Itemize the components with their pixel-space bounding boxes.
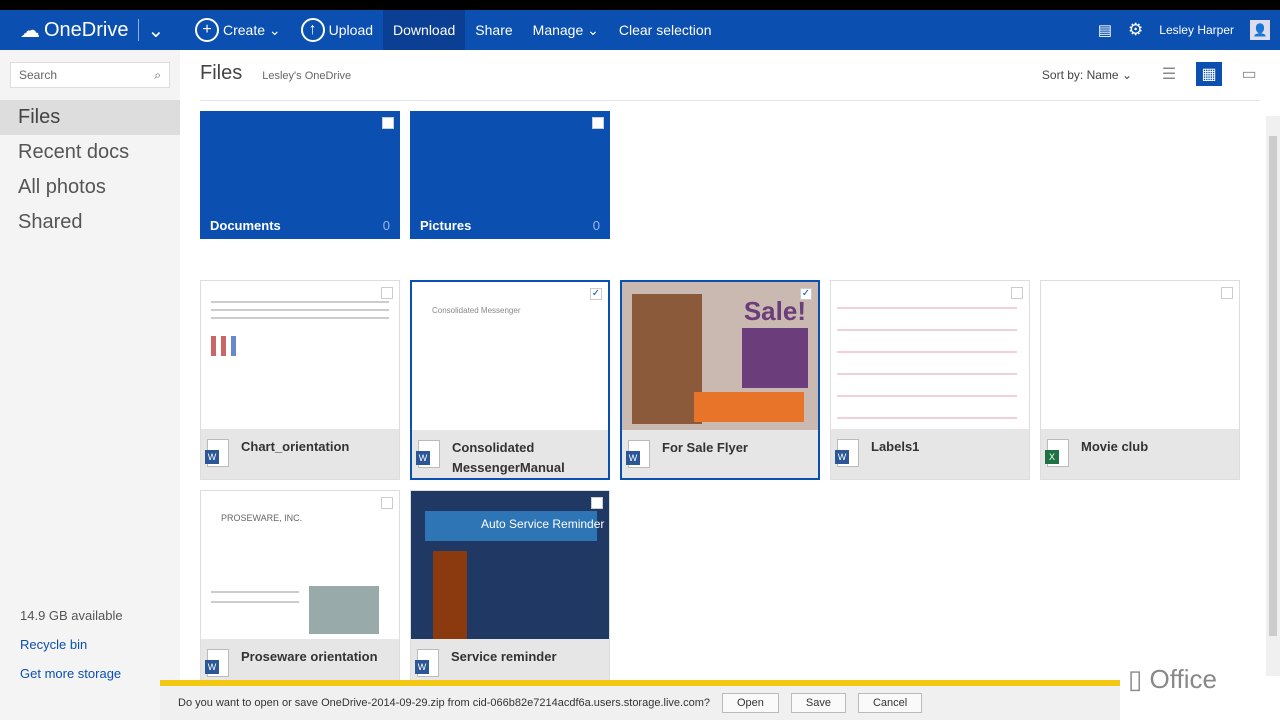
sort-dropdown[interactable]: Sort by: Name ⌄ — [1042, 68, 1132, 82]
cloud-icon: ☁ — [20, 19, 40, 42]
cancel-button[interactable]: Cancel — [857, 693, 923, 713]
save-button[interactable]: Save — [790, 693, 846, 713]
list-view-icon[interactable]: ☰ — [1156, 62, 1182, 86]
get-more-storage-link[interactable]: Get more storage — [20, 666, 123, 681]
avatar[interactable]: 👤 — [1250, 20, 1270, 40]
file-tile[interactable]: Auto Service Reminder W Service reminder — [410, 490, 610, 690]
details-pane-icon[interactable]: ▭ — [1236, 62, 1262, 86]
plus-icon: + — [195, 18, 219, 42]
gear-icon[interactable]: ⚙ — [1128, 20, 1143, 40]
main-content: Files Lesley's OneDrive Sort by: Name ⌄ ☰… — [180, 50, 1280, 720]
sidebar: Search ⌕ Files Recent docs All photos Sha… — [0, 50, 180, 720]
search-icon[interactable]: ⌕ — [154, 68, 161, 83]
file-tile[interactable]: Consolidated Messenger ✓ W Consolidated Me… — [410, 280, 610, 480]
open-button[interactable]: Open — [721, 693, 779, 713]
file-tile[interactable]: PROSEWARE, INC. W Proseware orientation — [200, 490, 400, 690]
download-notification-bar: Do you want to open or save OneDrive-201… — [160, 680, 1120, 720]
chat-icon[interactable]: ▤ — [1098, 21, 1112, 39]
recycle-bin-link[interactable]: Recycle bin — [20, 637, 123, 652]
create-button[interactable]: + Create ⌄ — [185, 10, 291, 50]
folder-tile[interactable]: Documents 0 — [200, 111, 400, 239]
folder-tile[interactable]: Pictures 0 — [410, 111, 610, 239]
page-title: Files — [200, 62, 243, 84]
chevron-down-icon[interactable]: ⌄ — [147, 18, 164, 43]
top-bar: ☁ OneDrive ⌄ + Create ⌄ ↑ Upload Download Sh… — [0, 10, 1280, 50]
sidebar-item-recent[interactable]: Recent docs — [0, 135, 180, 170]
manage-button[interactable]: Manage ⌄ — [523, 10, 609, 50]
file-tile[interactable]: W Chart_orientation — [200, 280, 400, 480]
share-button[interactable]: Share — [465, 10, 522, 50]
breadcrumb[interactable]: Lesley's OneDrive — [262, 70, 351, 82]
file-tile[interactable]: Sale! ✓ W For Sale Flyer — [620, 280, 820, 480]
file-tile[interactable]: X Movie club — [1040, 280, 1240, 480]
scrollbar[interactable] — [1266, 116, 1280, 676]
sidebar-item-photos[interactable]: All photos — [0, 170, 180, 205]
sidebar-item-shared[interactable]: Shared — [0, 205, 180, 240]
download-button[interactable]: Download — [383, 10, 466, 50]
onedrive-logo[interactable]: ☁ OneDrive ⌄ — [0, 18, 185, 43]
search-input[interactable]: Search ⌕ — [10, 62, 170, 88]
sidebar-item-files[interactable]: Files — [0, 100, 180, 135]
clear-selection-button[interactable]: Clear selection — [609, 10, 722, 50]
user-name[interactable]: Lesley Harper — [1159, 23, 1234, 37]
storage-available: 14.9 GB available — [20, 608, 123, 623]
file-tile[interactable]: W Labels1 — [830, 280, 1030, 480]
office-watermark: ▯ Office — [1128, 664, 1217, 694]
grid-view-icon[interactable]: ▦ — [1196, 62, 1222, 86]
upload-button[interactable]: ↑ Upload — [291, 10, 383, 50]
upload-icon: ↑ — [300, 18, 325, 42]
